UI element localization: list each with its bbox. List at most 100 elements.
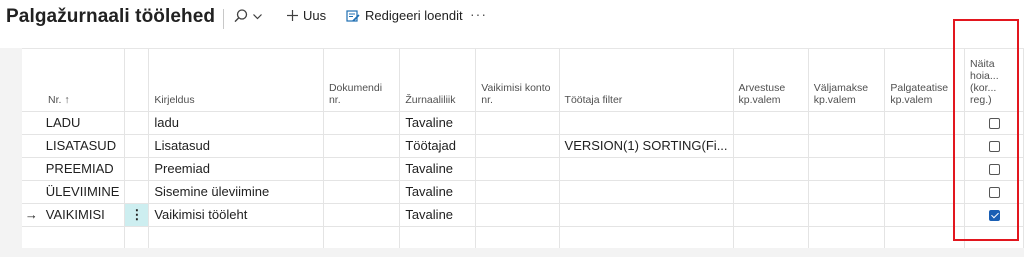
cell-nr[interactable]: VAIKIMISI	[40, 203, 126, 227]
column-header-calc-formula[interactable]: Arvestuse kp.valem	[733, 49, 809, 112]
cell-calc-formula[interactable]	[733, 203, 809, 227]
cell-journal-type[interactable]: Tavaline	[399, 203, 477, 227]
row-actions-cell	[124, 180, 150, 204]
row-actions-cell	[124, 111, 150, 135]
table-row-new[interactable]	[22, 226, 1024, 249]
search-button[interactable]	[233, 8, 263, 24]
show-hold-checkbox[interactable]	[988, 164, 1000, 176]
column-header-journal-type[interactable]: Žurnaaliliik	[399, 49, 477, 112]
show-hold-checkbox[interactable]	[988, 141, 1000, 153]
cell-description[interactable]: Vaikimisi tööleht	[148, 203, 324, 227]
cell-payout-formula[interactable]	[808, 134, 886, 158]
column-header-description[interactable]: Kirjeldus	[148, 49, 324, 112]
cell-payout-formula[interactable]	[808, 226, 886, 249]
journal-table: Nr. ↑ Kirjeldus Dokumendi nr. Žurnaalili…	[22, 49, 1024, 249]
page-title: Palgažurnaali töölehed	[6, 6, 216, 27]
column-header-payout-formula[interactable]: Väljamakse kp.valem	[808, 49, 886, 112]
column-header-spacer	[124, 49, 150, 112]
cell-payout-formula[interactable]	[808, 111, 886, 135]
cell-default-account[interactable]	[475, 203, 560, 227]
edit-list-button[interactable]: Redigeeri loendit	[346, 8, 463, 23]
row-pointer-cell	[22, 180, 41, 204]
cell-journal-type[interactable]	[399, 226, 477, 249]
table-row[interactable]: ÜLEVIIMINE Sisemine üleviimine Tavaline	[22, 180, 1024, 204]
row-pointer-cell	[22, 111, 41, 135]
cell-description[interactable]: ladu	[148, 111, 324, 135]
cell-nr[interactable]	[40, 226, 126, 249]
cell-calc-formula[interactable]	[733, 134, 809, 158]
edit-list-label: Redigeeri loendit	[365, 8, 463, 23]
cell-description[interactable]: Preemiad	[148, 157, 324, 181]
column-header-payslip-formula[interactable]: Palgateatise kp.valem	[884, 49, 966, 112]
cell-doc-nr[interactable]	[323, 180, 401, 204]
edit-list-icon	[346, 9, 360, 22]
cell-payslip-formula[interactable]	[884, 180, 966, 204]
cell-description[interactable]: Sisemine üleviimine	[148, 180, 324, 204]
bottom-band	[0, 248, 1024, 257]
cell-payslip-formula[interactable]	[884, 157, 966, 181]
cell-employee-filter[interactable]	[559, 157, 734, 181]
new-button[interactable]: Uus	[286, 8, 326, 23]
table-row[interactable]: PREEMIAD Preemiad Tavaline	[22, 157, 1024, 181]
cell-payslip-formula[interactable]	[884, 111, 966, 135]
cell-default-account[interactable]	[475, 157, 560, 181]
cell-doc-nr[interactable]	[323, 111, 401, 135]
cell-nr[interactable]: ÜLEVIIMINE	[40, 180, 126, 204]
cell-show-hold	[964, 134, 1024, 158]
cell-employee-filter[interactable]	[559, 111, 734, 135]
cell-doc-nr[interactable]	[323, 157, 401, 181]
cell-journal-type[interactable]: Töötajad	[399, 134, 477, 158]
cell-nr[interactable]: PREEMIAD	[40, 157, 126, 181]
cell-payslip-formula[interactable]	[884, 226, 966, 249]
plus-icon	[287, 10, 298, 21]
chevron-down-icon	[253, 13, 262, 19]
cell-show-hold	[964, 157, 1024, 181]
cell-payslip-formula[interactable]	[884, 203, 966, 227]
search-icon	[234, 9, 248, 23]
show-hold-checkbox[interactable]	[988, 210, 1000, 222]
column-header-default-account[interactable]: Vaikimisi konto nr.	[475, 49, 560, 112]
cell-payout-formula[interactable]	[808, 157, 886, 181]
cell-doc-nr[interactable]	[323, 226, 401, 249]
cell-payout-formula[interactable]	[808, 180, 886, 204]
row-actions-cell	[124, 157, 150, 181]
cell-doc-nr[interactable]	[323, 203, 401, 227]
cell-default-account[interactable]	[475, 180, 560, 204]
cell-default-account[interactable]	[475, 226, 560, 249]
column-header-nr-label: Nr.	[48, 93, 62, 106]
column-header-doc-nr[interactable]: Dokumendi nr.	[323, 49, 401, 112]
cell-employee-filter[interactable]: VERSION(1) SORTING(Fi...	[559, 134, 734, 158]
cell-description[interactable]: Lisatasud	[148, 134, 324, 158]
cell-nr[interactable]: LISATASUD	[40, 134, 126, 158]
cell-calc-formula[interactable]	[733, 111, 809, 135]
cell-journal-type[interactable]: Tavaline	[399, 157, 477, 181]
cell-payout-formula[interactable]	[808, 203, 886, 227]
table-row[interactable]: LISATASUD Lisatasud Töötajad VERSION(1) …	[22, 134, 1024, 158]
cell-calc-formula[interactable]	[733, 226, 809, 249]
cell-default-account[interactable]	[475, 111, 560, 135]
more-options-button[interactable]: ···	[470, 6, 487, 22]
cell-calc-formula[interactable]	[733, 157, 809, 181]
toolbar-divider	[223, 9, 224, 29]
column-header-employee-filter[interactable]: Töötaja filter	[559, 49, 734, 112]
cell-nr[interactable]: LADU	[40, 111, 126, 135]
cell-default-account[interactable]	[475, 134, 560, 158]
column-header-nr[interactable]: Nr. ↑	[22, 49, 126, 112]
show-hold-checkbox[interactable]	[988, 118, 1000, 130]
cell-employee-filter[interactable]	[559, 226, 734, 249]
cell-description[interactable]	[148, 226, 324, 249]
cell-journal-type[interactable]: Tavaline	[399, 180, 477, 204]
column-header-show-hold[interactable]: Näita hoia... (kor... reg.)	[964, 49, 1024, 112]
show-hold-checkbox[interactable]	[988, 187, 1000, 199]
cell-employee-filter[interactable]	[559, 203, 734, 227]
table-row-current[interactable]: → VAIKIMISI ⋮ Vaikimisi tööleht Tavaline	[22, 203, 1024, 227]
cell-calc-formula[interactable]	[733, 180, 809, 204]
cell-doc-nr[interactable]	[323, 134, 401, 158]
cell-show-hold	[964, 111, 1024, 135]
cell-journal-type[interactable]: Tavaline	[399, 111, 477, 135]
table-row[interactable]: LADU ladu Tavaline	[22, 111, 1024, 135]
row-actions-button[interactable]: ⋮	[124, 203, 150, 227]
cell-employee-filter[interactable]	[559, 180, 734, 204]
arrow-right-icon: →	[22, 203, 41, 227]
cell-payslip-formula[interactable]	[884, 134, 966, 158]
